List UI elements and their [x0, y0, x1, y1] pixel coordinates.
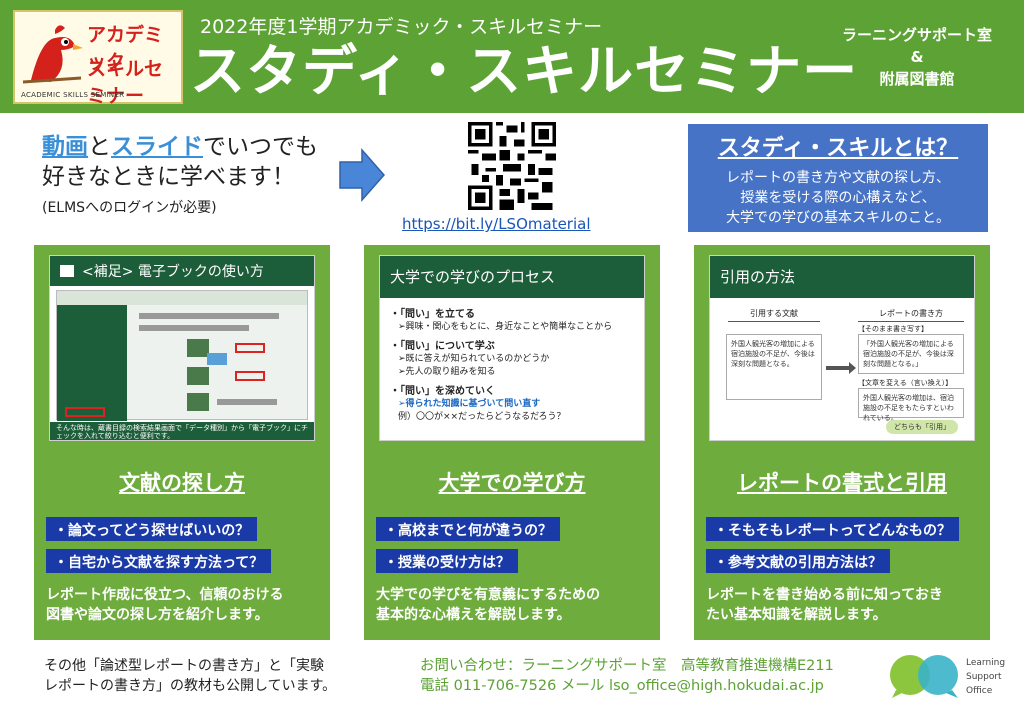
login-note: (ELMSへのログインが必要) [42, 200, 217, 216]
material-link[interactable]: https://bit.ly/LSOmaterial [402, 215, 591, 233]
card-literature-search: <補足> 電子ブックの使い方 そんな時は、蔵書目録の検索結果画面で「データ種別」… [34, 245, 330, 640]
slide-point-2: ・「問い」について学ぶ [390, 341, 495, 352]
slide-subpoint: ➢得られた知識に基づいて問い直す [398, 399, 541, 409]
catalog-screenshot [56, 290, 308, 421]
intro-line2: 好きなときに学べます！ [42, 164, 295, 190]
lso-text-line2: Support [966, 672, 1002, 682]
column-heading: 引用する文献 [728, 308, 820, 322]
card-title: レポートの書式と引用 [737, 471, 947, 495]
logo-text-line3: ACADEMIC SKILLS SEMINER [21, 91, 125, 99]
source-text: 外国人観光客の増加による宿泊施設の不足が、今後は深刻な問題となる。 [726, 334, 822, 400]
slide-subpoint: 例）〇〇が××だったらどうなるだろう？ [398, 412, 566, 422]
page-title: スタディ・スキルセミナー [190, 39, 859, 103]
citation-example: 引用する文献 レポートの書き方 外国人観光客の増加による宿泊施設の不足が、今後は… [718, 308, 968, 434]
paraphrase-heading: 【文章を変える（言い換え）】 [858, 379, 953, 387]
organizer-line1: ラーニングサポート室 [841, 26, 992, 44]
what-is-box: スタディ・スキルとは？ レポートの書き方や文献の探し方、 授業を受ける際の心構え… [688, 124, 988, 232]
slide-header: 大学での学びのプロセス [380, 256, 644, 298]
question-2: ・授業の受け方は？ [376, 549, 518, 573]
slide-point-1: ・「問い」を立てる [390, 309, 475, 320]
card-description-line2: 基本的な心構えを解説します。 [376, 607, 571, 623]
header-banner: アカデミック スキルセミナー ACADEMIC SKILLS SEMINER 2… [0, 0, 1024, 113]
contact-info: お問い合わせ：ラーニングサポート室 高等教育推進機構E211 電話 011-70… [420, 656, 834, 696]
card-description-line2: たい基本知識を解説します。 [706, 607, 887, 623]
lso-logo-icon [890, 655, 958, 698]
card-description-line1: レポートを書き始める前に知っておき [706, 587, 943, 603]
card-description-line2: 図書や論文の探し方を紹介します。 [46, 607, 269, 623]
other-materials-note: その他「論述型レポートの書き方」と「実験 レポートの書き方」の教材も公開していま… [44, 656, 336, 696]
right-arrow-icon [826, 362, 856, 374]
bird-mascot-icon [22, 25, 83, 84]
paraphrase-text: 外国人観光客の増加は、宿泊施設の不足をもたらすといわれている。 [858, 388, 964, 422]
lso-logo-text: Learning Support Office [966, 656, 1005, 698]
other-materials-line2: レポートの書き方」の教材も公開しています。 [44, 678, 337, 694]
slide-subpoint: ➢先人の取り組みを知る [398, 367, 496, 377]
intro-highlight-slide: スライド [111, 134, 203, 160]
other-materials-line1: その他「論述型レポートの書き方」と「実験 [44, 658, 324, 674]
card-description-line1: 大学での学びを有意義にするための [376, 587, 601, 603]
slide-preview-citation: 引用の方法 引用する文献 レポートの書き方 外国人観光客の増加による宿泊施設の不… [709, 255, 975, 441]
slide-header: 引用の方法 [710, 256, 974, 298]
logo-text-line2: スキルセミナー [87, 58, 164, 107]
what-is-line2: 授業を受ける際の心構えなど、 [740, 190, 936, 206]
qr-code-icon[interactable] [468, 122, 556, 210]
slide-subpoint: ➢興味・関心をもとに、身近なことや簡単なことから [398, 322, 613, 332]
lso-text-line3: Office [966, 686, 993, 696]
intro-conj: と [88, 134, 111, 160]
intro-text: 動画とスライドでいつでも 好きなときに学べます！ [42, 132, 318, 192]
card-description: レポート作成に役立つ、信頼のおける 図書や論文の探し方を紹介します。 [46, 585, 322, 625]
what-is-line1: レポートの書き方や文献の探し方、 [726, 170, 950, 186]
card-title: 文献の探し方 [119, 471, 245, 495]
question-1: ・論文ってどう探せばいいの？ [46, 517, 258, 541]
card-description: 大学での学びを有意義にするための 基本的な心構えを解説します。 [376, 585, 652, 625]
what-is-line3: 大学での学びの基本スキルのこと。 [726, 210, 950, 226]
seminar-logo: アカデミック スキルセミナー ACADEMIC SKILLS SEMINER [13, 10, 183, 107]
seminar-subtitle: 2022年度1学期アカデミック・スキルセミナー [200, 16, 603, 38]
organizer-line2: & [910, 48, 924, 66]
intro-highlight-video: 動画 [42, 134, 88, 160]
contact-line1: お問い合わせ：ラーニングサポート室 高等教育推進機構E211 [420, 658, 834, 674]
slide-body: ・「問い」を立てる ➢興味・関心をもとに、身近なことや簡単なことから ・「問い」… [380, 298, 644, 434]
contact-line2[interactable]: 電話 011-706-7526 メール lso_office@high.hoku… [420, 676, 834, 696]
card-description: レポートを書き始める前に知っておき たい基本知識を解説します。 [706, 585, 982, 625]
what-is-title: スタディ・スキルとは？ [717, 136, 959, 161]
lso-text-line1: Learning [966, 658, 1006, 668]
slide-caption: そんな時は、蔵書目録の検索結果画面で「データ種別」から「電子ブック」にチェックを… [50, 422, 314, 440]
right-arrow-icon [339, 148, 385, 202]
slide-header: <補足> 電子ブックの使い方 [50, 256, 314, 286]
what-is-description: レポートの書き方や文献の探し方、 授業を受ける際の心構えなど、 大学での学びの基… [688, 168, 988, 228]
column-heading: レポートの書き方 [858, 308, 964, 322]
quote-heading: 【そのまま書き写す】 [858, 325, 928, 333]
question-2: ・自宅から文献を探す方法って？ [46, 549, 272, 573]
question-2: ・参考文献の引用方法は？ [706, 549, 890, 573]
organizer: ラーニングサポート室 & 附属図書館 [822, 24, 1012, 90]
intro-rest: でいつでも [203, 134, 318, 160]
book-icon [60, 265, 74, 277]
slide-subpoint: ➢既に答えが知られているのかどうか [398, 354, 550, 364]
card-title: 大学での学び方 [438, 471, 586, 495]
slide-preview-ebook: <補足> 電子ブックの使い方 そんな時は、蔵書目録の検索結果画面で「データ種別」… [49, 255, 315, 441]
speech-bubble: どちらも「引用」 [886, 420, 958, 434]
slide-preview-learning-process: 大学での学びのプロセス ・「問い」を立てる ➢興味・関心をもとに、身近なことや簡… [379, 255, 645, 441]
question-1: ・高校までと何が違うの？ [376, 517, 560, 541]
question-1: ・そもそもレポートってどんなもの？ [706, 517, 960, 541]
direct-quote: 「外国人観光客の増加による宿泊施設の不足が、今後は深刻な問題となる。」 [858, 334, 964, 374]
slide-point-3: ・「問い」を深めていく [390, 386, 495, 397]
card-report-citation: 引用の方法 引用する文献 レポートの書き方 外国人観光客の増加による宿泊施設の不… [694, 245, 990, 640]
card-university-learning: 大学での学びのプロセス ・「問い」を立てる ➢興味・関心をもとに、身近なことや簡… [364, 245, 660, 640]
organizer-line3: 附属図書館 [879, 70, 955, 88]
slide-title: <補足> 電子ブックの使い方 [82, 264, 264, 280]
card-description-line1: レポート作成に役立つ、信頼のおける [46, 587, 284, 603]
